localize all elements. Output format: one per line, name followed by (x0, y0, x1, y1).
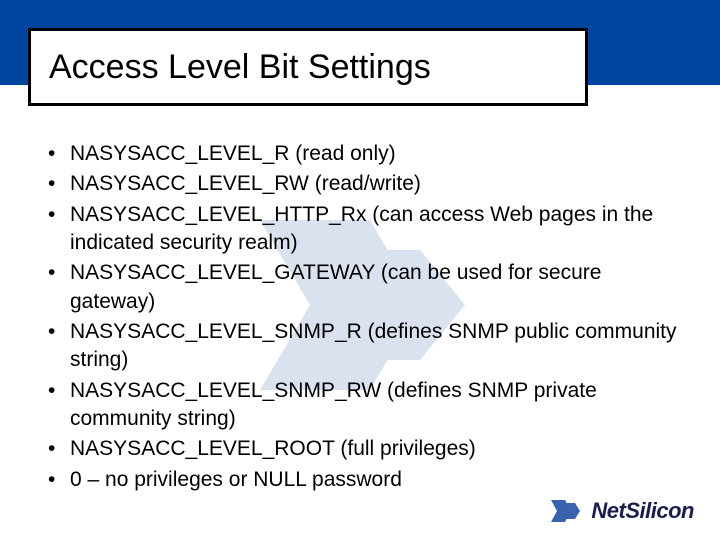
title-box: Access Level Bit Settings (28, 28, 588, 106)
bullet-list: NASYSACC_LEVEL_R (read only) NASYSACC_LE… (40, 140, 680, 494)
content-area: NASYSACC_LEVEL_R (read only) NASYSACC_LE… (40, 140, 680, 496)
slide-title: Access Level Bit Settings (49, 48, 431, 87)
list-item: NASYSACC_LEVEL_GATEWAY (can be used for … (40, 259, 680, 316)
list-item: 0 – no privileges or NULL password (40, 466, 680, 494)
list-item: NASYSACC_LEVEL_SNMP_RW (defines SNMP pri… (40, 377, 680, 434)
brand-name: NetSilicon (591, 498, 694, 524)
list-item: NASYSACC_LEVEL_ROOT (full privileges) (40, 435, 680, 463)
list-item: NASYSACC_LEVEL_RW (read/write) (40, 170, 680, 198)
brand-logo-icon (549, 496, 585, 526)
list-item: NASYSACC_LEVEL_R (read only) (40, 140, 680, 168)
list-item: NASYSACC_LEVEL_HTTP_Rx (can access Web p… (40, 201, 680, 258)
list-item: NASYSACC_LEVEL_SNMP_R (defines SNMP publ… (40, 318, 680, 375)
footer-logo: NetSilicon (549, 496, 694, 526)
